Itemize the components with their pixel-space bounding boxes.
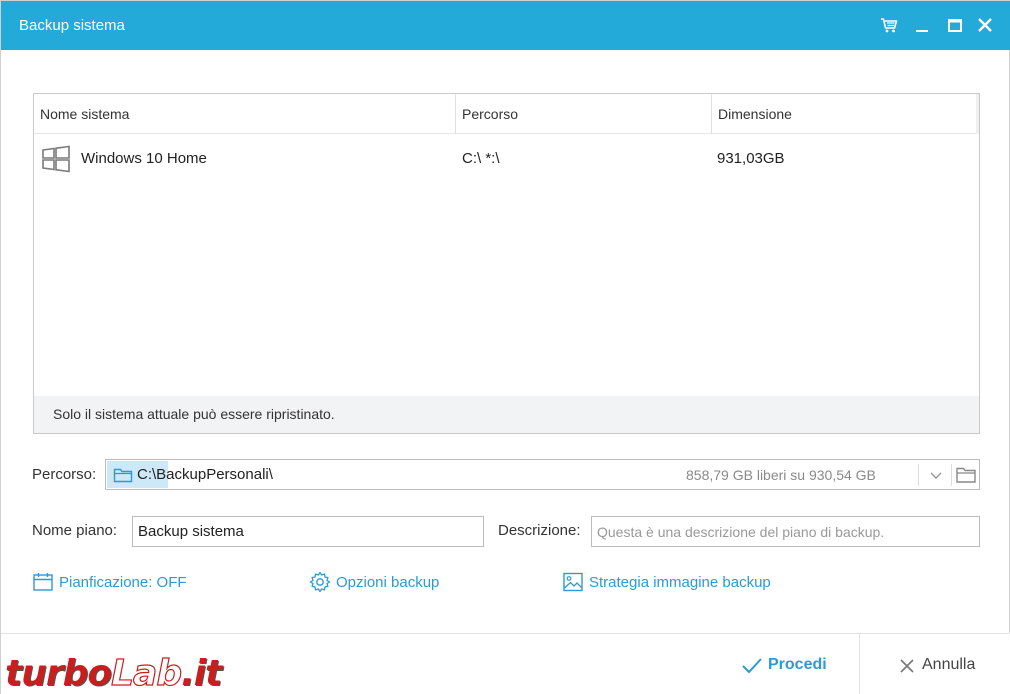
folder-icon [113,466,133,484]
image-strategy-link[interactable]: Strategia immagine backup [562,570,802,594]
chevron-down-icon[interactable] [921,462,951,488]
calendar-icon [33,573,53,591]
system-table: Nome sistema Percorso Dimensione Windows… [33,93,980,434]
close-icon [900,659,914,673]
system-path: C:\ *:\ [462,150,500,167]
column-header-path[interactable]: Percorso [455,94,711,134]
browse-folder-icon[interactable] [954,463,978,487]
turbolab-watermark: turboLab.it [5,652,222,694]
footer-divider [859,634,860,694]
header-end-cap [976,94,979,134]
column-header-size[interactable]: Dimensione [711,94,977,134]
description-input[interactable] [591,516,980,547]
gear-icon [309,571,331,593]
cart-icon[interactable] [877,13,901,37]
schedule-label: Pianficazione: OFF [59,574,187,591]
plan-name-input[interactable] [132,516,484,547]
system-size: 931,03GB [717,150,785,167]
title-bar: Backup sistema [1,1,1010,50]
check-icon [742,658,762,674]
backup-options-label: Opzioni backup [336,574,440,591]
backup-window: Backup sistema Nome sistema Percorso Dim… [0,0,1010,694]
minimize-icon[interactable] [910,13,934,37]
system-name: Windows 10 Home [81,150,207,167]
maximize-icon[interactable] [943,13,967,37]
schedule-link[interactable]: Pianficazione: OFF [32,570,212,594]
table-footer-note: Solo il sistema attuale può essere ripri… [34,396,979,433]
description-label: Descrizione: [498,522,581,539]
image-icon [563,572,583,592]
divider [918,464,919,486]
destination-path-field[interactable]: C:\BackupPersonali\ 858,79 GB liberi su … [105,459,980,490]
plan-name-label: Nome piano: [32,522,118,539]
column-header-name[interactable]: Nome sistema [34,94,455,134]
destination-label: Percorso: [32,466,97,483]
proceed-label: Procedi [768,656,827,673]
backup-options-link[interactable]: Opzioni backup [309,570,469,594]
close-icon[interactable] [973,13,997,37]
table-header: Nome sistema Percorso Dimensione [34,94,979,134]
divider [951,464,952,486]
image-strategy-label: Strategia immagine backup [589,574,771,591]
destination-path-value: C:\BackupPersonali\ [137,466,273,483]
windows-icon [41,144,71,174]
cancel-label: Annulla [922,656,976,673]
free-space-text: 858,79 GB liberi su 930,54 GB [686,467,876,483]
table-row[interactable]: Windows 10 Home C:\ *:\ 931,03GB [34,136,979,180]
window-title: Backup sistema [19,17,125,34]
